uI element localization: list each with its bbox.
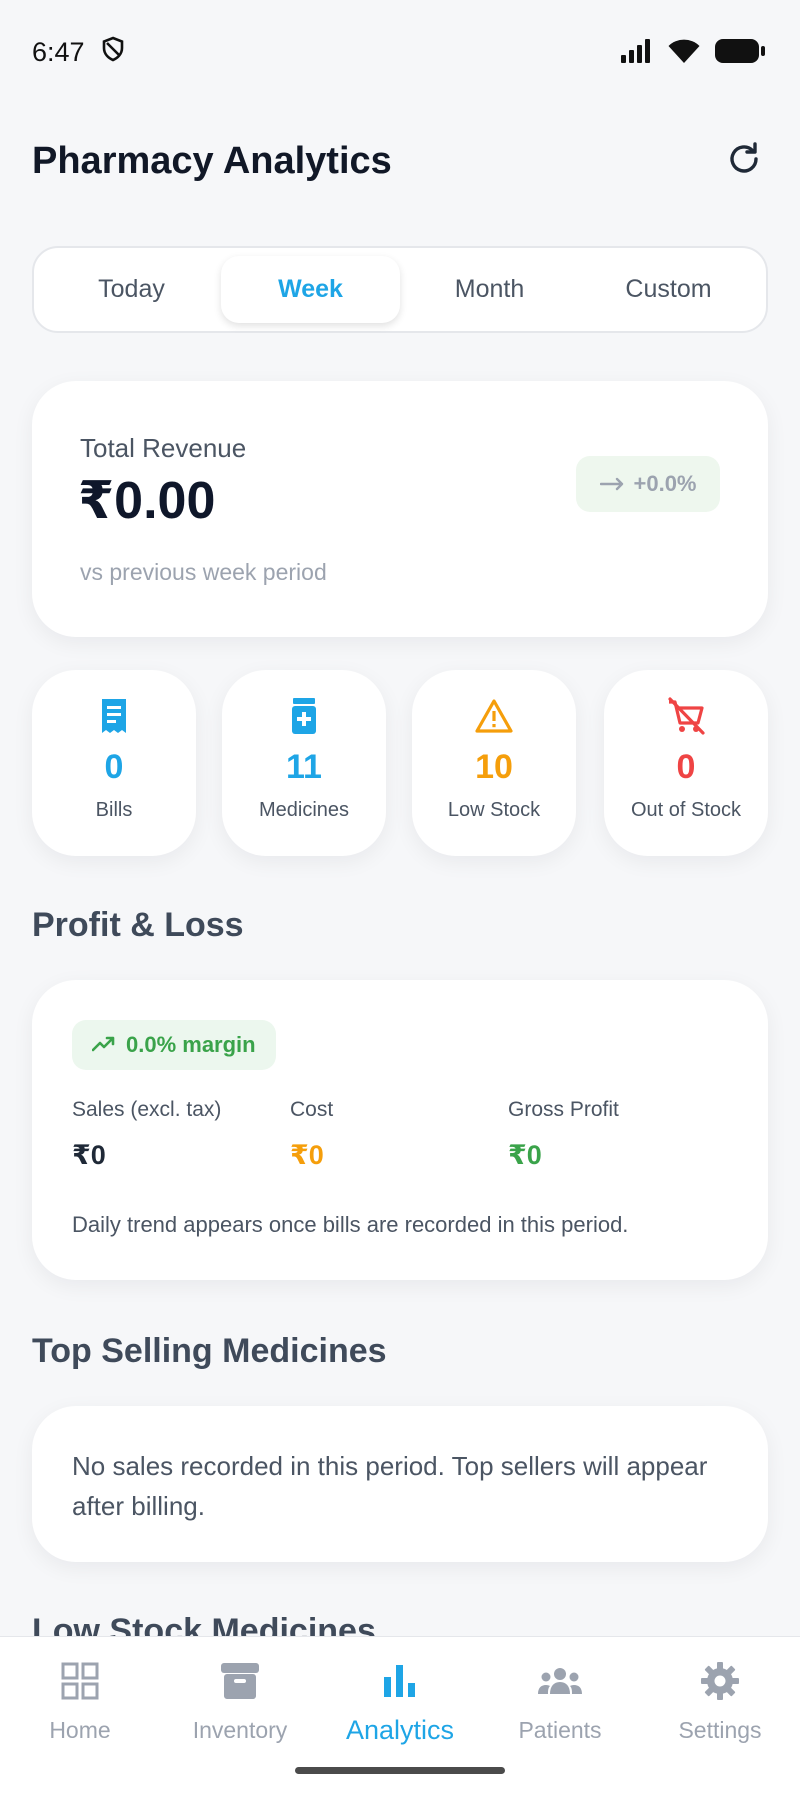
margin-badge: 0.0% margin bbox=[72, 1020, 276, 1070]
status-left: 6:47 bbox=[32, 36, 125, 69]
revenue-card: Total Revenue ₹0.00 vs previous week per… bbox=[32, 381, 768, 637]
wifi-icon bbox=[668, 38, 700, 69]
stat-bills[interactable]: 0 Bills bbox=[32, 670, 196, 856]
bottom-navigation: Home Inventory Analytics Patients Settin… bbox=[0, 1636, 800, 1796]
stat-medicines[interactable]: 11 Medicines bbox=[222, 670, 386, 856]
refresh-icon bbox=[726, 141, 762, 182]
status-right bbox=[620, 38, 766, 69]
revenue-value: ₹0.00 bbox=[78, 472, 216, 530]
revenue-comparison: vs previous week period bbox=[80, 559, 327, 585]
home-indicator[interactable] bbox=[295, 1767, 505, 1774]
stat-value: 11 bbox=[286, 748, 322, 786]
battery-icon bbox=[714, 38, 766, 69]
revenue-label: Total Revenue bbox=[80, 433, 247, 463]
archive-icon bbox=[216, 1657, 264, 1705]
signal-icon bbox=[620, 38, 654, 68]
revenue-change: +0.0% bbox=[633, 471, 697, 496]
top-selling-empty-message: No sales recorded in this period. Top se… bbox=[72, 1451, 708, 1521]
cost-value: ₹0 bbox=[290, 1140, 324, 1170]
profit-loss-title: Profit & Loss bbox=[32, 906, 244, 944]
stat-value: 0 bbox=[676, 748, 696, 786]
page-title: Pharmacy Analytics bbox=[32, 139, 392, 182]
nav-home[interactable]: Home bbox=[0, 1637, 160, 1796]
shield-icon bbox=[101, 36, 125, 69]
header: Pharmacy Analytics bbox=[32, 130, 768, 192]
people-icon bbox=[536, 1657, 584, 1705]
stats-row: 0 Bills 11 Medicines 10 Low Stock 0 Out … bbox=[32, 670, 768, 856]
nav-label: Analytics bbox=[345, 1715, 455, 1745]
tab-month[interactable]: Month bbox=[400, 256, 579, 323]
status-bar: 6:47 bbox=[0, 0, 800, 106]
stat-value: 0 bbox=[104, 748, 124, 786]
stat-label: Low Stock bbox=[447, 799, 541, 821]
sales-value: ₹0 bbox=[72, 1140, 106, 1170]
analytics-screen: 6:47 Pharmacy Analytics Today Week Month… bbox=[0, 0, 800, 1796]
profit-label: Gross Profit bbox=[508, 1098, 619, 1121]
grid-icon bbox=[56, 1657, 104, 1705]
top-selling-card: No sales recorded in this period. Top se… bbox=[32, 1406, 768, 1562]
tab-week[interactable]: Week bbox=[221, 256, 400, 323]
tab-custom[interactable]: Custom bbox=[579, 256, 758, 323]
nav-label: Inventory bbox=[192, 1717, 288, 1743]
cart-off-icon bbox=[666, 696, 706, 736]
stat-value: 10 bbox=[475, 748, 513, 786]
refresh-button[interactable] bbox=[720, 137, 768, 185]
nav-label: Patients bbox=[518, 1717, 602, 1743]
stat-label: Out of Stock bbox=[630, 799, 742, 821]
profit-value: ₹0 bbox=[508, 1140, 542, 1170]
cost-label: Cost bbox=[290, 1098, 334, 1121]
medicine-bottle-icon bbox=[290, 696, 318, 736]
top-selling-title: Top Selling Medicines bbox=[32, 1332, 387, 1370]
arrow-right-icon bbox=[599, 471, 626, 497]
nav-label: Home bbox=[49, 1717, 111, 1743]
gear-icon bbox=[696, 1657, 744, 1705]
bar-chart-icon bbox=[376, 1657, 424, 1705]
profit-loss-card: 0.0% margin Sales (excl. tax) ₹0 Cost ₹0… bbox=[32, 980, 768, 1280]
stat-label: Medicines bbox=[258, 799, 350, 821]
margin-text: 0.0% margin bbox=[126, 1032, 256, 1057]
receipt-icon bbox=[97, 696, 131, 736]
stat-out-of-stock[interactable]: 0 Out of Stock bbox=[604, 670, 768, 856]
trend-note: Daily trend appears once bills are recor… bbox=[72, 1212, 629, 1237]
status-time: 6:47 bbox=[32, 36, 85, 67]
stat-low-stock[interactable]: 10 Low Stock bbox=[412, 670, 576, 856]
trending-up-icon bbox=[91, 1032, 116, 1058]
revenue-change-badge: +0.0% bbox=[576, 456, 720, 512]
tab-today[interactable]: Today bbox=[42, 256, 221, 323]
nav-settings[interactable]: Settings bbox=[640, 1637, 800, 1796]
warning-icon bbox=[474, 696, 514, 736]
cost-column: Cost ₹0 bbox=[290, 1098, 333, 1171]
profit-column: Gross Profit ₹0 bbox=[508, 1098, 619, 1171]
nav-label: Settings bbox=[678, 1717, 762, 1743]
sales-column: Sales (excl. tax) ₹0 bbox=[72, 1098, 221, 1171]
sales-label: Sales (excl. tax) bbox=[72, 1098, 222, 1121]
period-selector: Today Week Month Custom bbox=[32, 246, 768, 333]
stat-label: Bills bbox=[95, 799, 133, 821]
